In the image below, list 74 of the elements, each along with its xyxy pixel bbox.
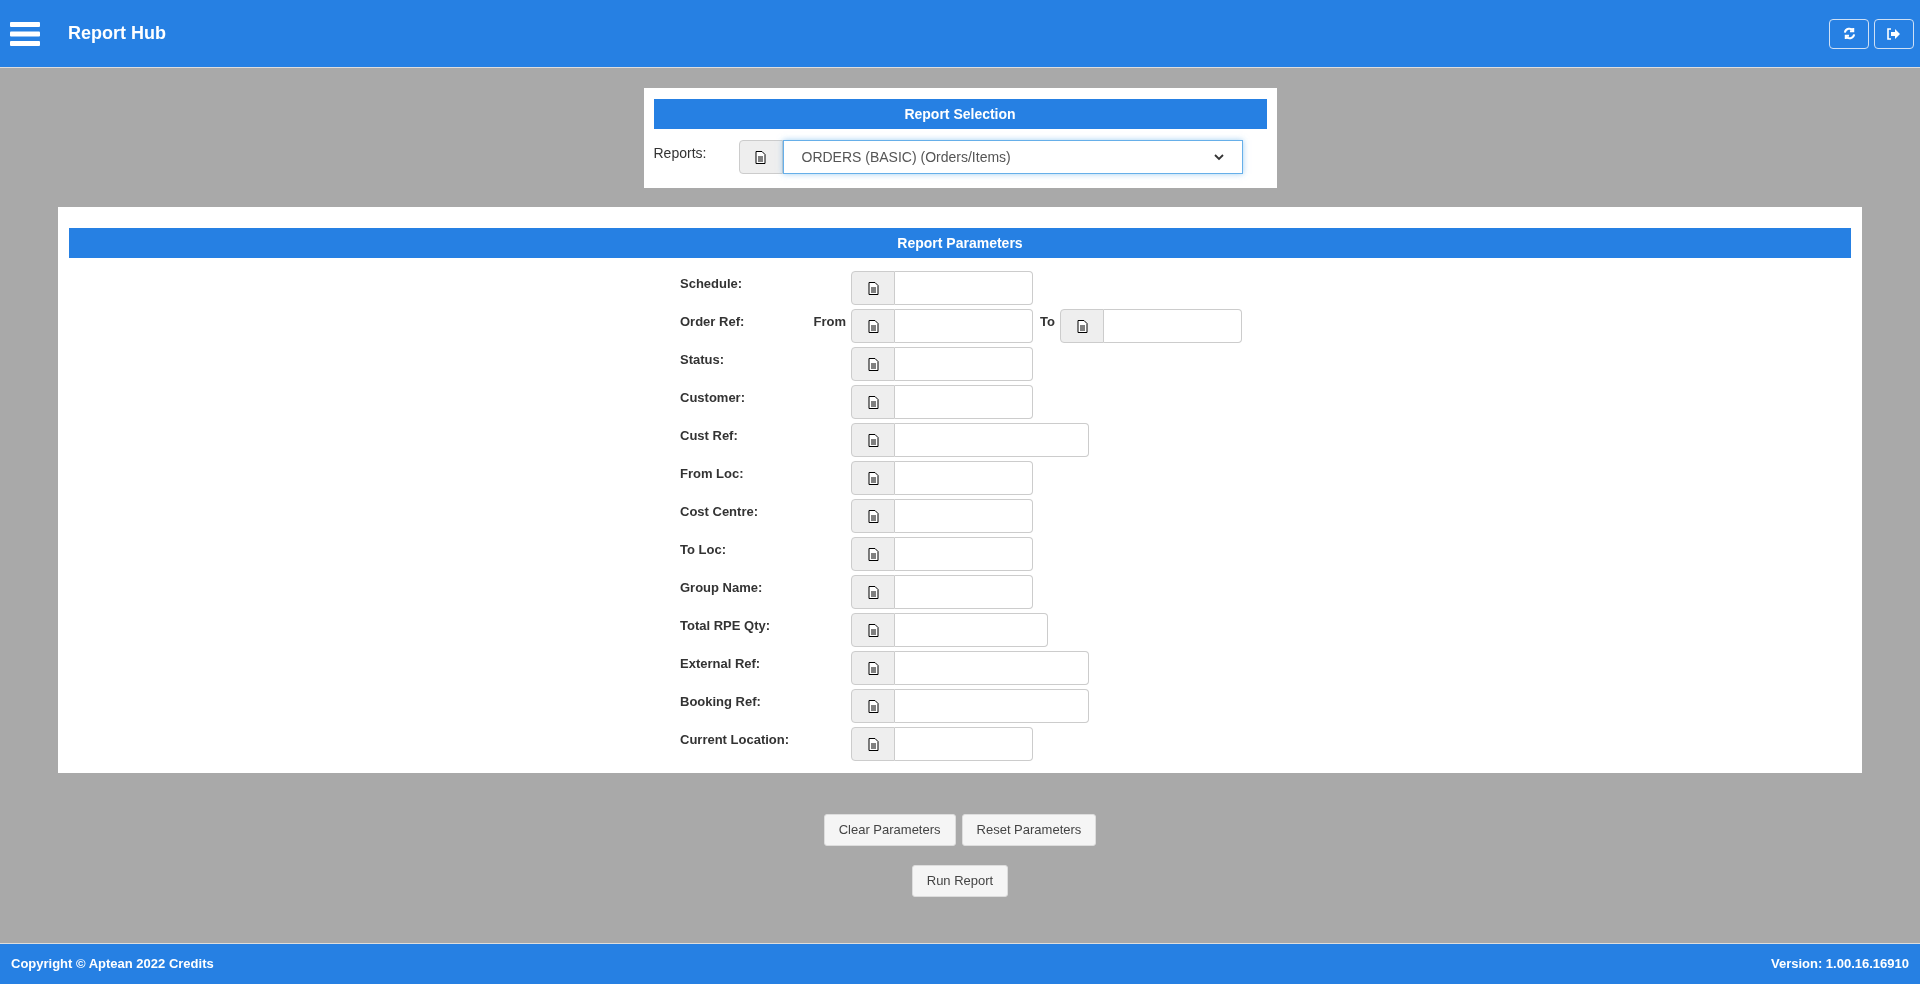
field-label: From Loc:: [680, 465, 745, 483]
copyright-text: Copyright © Aptean 2022 Credits: [11, 955, 214, 974]
document-addon[interactable]: [851, 461, 895, 495]
app-title: Report Hub: [68, 22, 166, 45]
text-field[interactable]: [1104, 309, 1242, 343]
document-icon: [867, 433, 879, 447]
field-label: Schedule:: [680, 275, 744, 293]
document-icon: [867, 357, 879, 371]
text-field[interactable]: [895, 537, 1033, 571]
text-field[interactable]: [895, 499, 1033, 533]
refresh-icon: [1842, 27, 1856, 40]
field-label: To Loc:: [680, 541, 727, 559]
document-icon: [867, 281, 879, 295]
reports-label: Reports:: [653, 144, 708, 163]
chevron-down-icon: [1213, 153, 1224, 161]
text-field[interactable]: [895, 309, 1033, 343]
version-text: Version: 1.00.16.16910: [1770, 955, 1909, 974]
field-label: Status:: [680, 351, 726, 369]
field-label: Booking Ref:: [680, 693, 762, 711]
document-addon[interactable]: [851, 689, 895, 723]
document-addon[interactable]: [851, 651, 895, 685]
report-dropdown[interactable]: ORDERS (BASIC) (Orders/Items): [782, 140, 1243, 174]
text-field[interactable]: [895, 727, 1033, 761]
refresh-button[interactable]: [1829, 18, 1869, 49]
document-addon[interactable]: [851, 575, 895, 609]
document-icon: [867, 471, 879, 485]
document-addon[interactable]: [851, 423, 895, 457]
logout-icon: [1887, 27, 1901, 40]
document-icon: [867, 585, 879, 599]
document-addon[interactable]: [1060, 309, 1104, 343]
text-field[interactable]: [895, 689, 1089, 723]
document-addon[interactable]: [851, 347, 895, 381]
text-field[interactable]: [895, 271, 1033, 305]
text-field[interactable]: [895, 423, 1089, 457]
document-icon: [867, 319, 879, 333]
document-addon[interactable]: [851, 309, 895, 343]
field-label: Customer:: [680, 389, 746, 407]
action-button[interactable]: Reset Parameters: [961, 814, 1097, 846]
text-field[interactable]: [895, 651, 1089, 685]
field-label: Current Location:: [680, 731, 791, 749]
document-icon: [867, 661, 879, 675]
text-field[interactable]: [895, 461, 1033, 495]
menu-icon[interactable]: [10, 21, 40, 46]
document-icon: [867, 737, 879, 751]
document-icon: [867, 395, 879, 409]
text-field[interactable]: [895, 347, 1033, 381]
panel-heading: Report Parameters: [69, 228, 1851, 258]
field-label: Cust Ref:: [680, 427, 739, 445]
field-label: External Ref:: [680, 655, 762, 673]
document-icon: [1076, 319, 1088, 333]
from-label: From: [813, 313, 846, 331]
text-field[interactable]: [895, 385, 1033, 419]
logout-button[interactable]: [1874, 18, 1914, 49]
field-label: Cost Centre:: [680, 503, 759, 521]
document-icon: [755, 150, 766, 164]
panel-heading: Report Selection: [653, 99, 1267, 129]
document-addon[interactable]: [851, 727, 895, 761]
document-icon: [867, 699, 879, 713]
field-label: Total RPE Qty:: [680, 617, 772, 635]
field-label: Order Ref:: [680, 313, 746, 331]
document-addon[interactable]: [851, 537, 895, 571]
document-addon[interactable]: [851, 271, 895, 305]
document-icon: [867, 623, 879, 637]
document-addon[interactable]: [851, 385, 895, 419]
field-label: Group Name:: [680, 579, 764, 597]
run-report-button[interactable]: Run Report: [911, 865, 1009, 897]
document-addon[interactable]: [851, 613, 895, 647]
action-button[interactable]: Clear Parameters: [823, 814, 956, 846]
document-icon: [867, 547, 879, 561]
text-field[interactable]: [895, 613, 1048, 647]
document-icon: [867, 509, 879, 523]
to-label: To: [1039, 313, 1056, 331]
document-addon[interactable]: [851, 499, 895, 533]
text-field[interactable]: [895, 575, 1033, 609]
